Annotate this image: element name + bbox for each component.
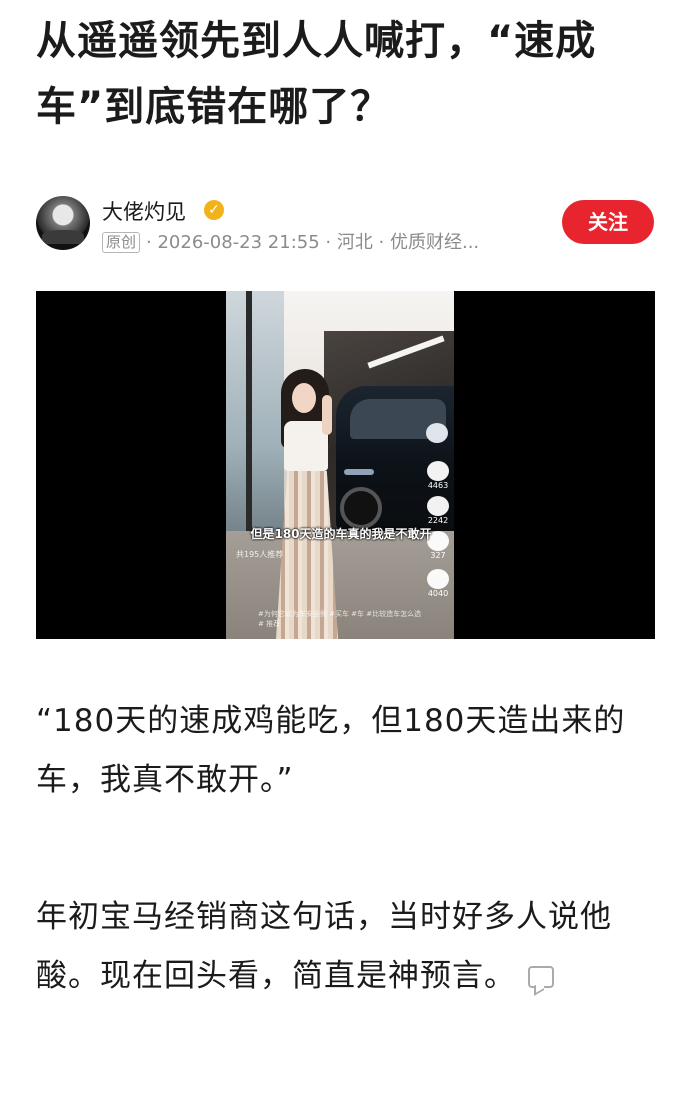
window-frame — [246, 291, 252, 551]
embedded-video[interactable]: 4463 2242 327 4040 但是180天造的车真的我是不敢开 共195… — [36, 291, 655, 639]
meta-text: · 2026-08-23 21:55 · 河北 · 优质财经... — [146, 232, 480, 253]
author-name[interactable]: 大佬灼见 — [102, 196, 186, 226]
comment-icon[interactable] — [427, 496, 449, 516]
author-bar: 大佬灼见 ✓ 原创 · 2026-08-23 21:55 · 河北 · 优质财经.… — [36, 194, 656, 254]
showroom-window — [226, 291, 284, 551]
comment-icon[interactable] — [528, 966, 554, 988]
original-badge: 原创 — [102, 232, 141, 253]
follow-button[interactable]: 关注 — [562, 200, 654, 244]
video-hashtags: #为何它成为车安全例 #买车 #车 #比较造车怎么选 # 推荐 — [258, 610, 422, 628]
share-icon[interactable] — [427, 569, 449, 589]
body-paragraph-text: 年初宝马经销商这句话，当时好多人说他酸。现在回头看，简直是神预言。 — [36, 899, 612, 994]
body-paragraph: 年初宝马经销商这句话，当时好多人说他酸。现在回头看，简直是神预言。 — [36, 888, 660, 1006]
video-frame[interactable]: 4463 2242 327 4040 但是180天造的车真的我是不敢开 共195… — [226, 291, 454, 639]
author-avatar[interactable] — [36, 196, 90, 250]
likes-count: 4463 — [427, 481, 449, 490]
heart-icon[interactable] — [427, 461, 449, 481]
car-wheel — [340, 487, 382, 529]
video-recommend-text: 共195人推荐 — [236, 550, 284, 559]
comments-count: 2242 — [427, 516, 449, 525]
article-title: 从遥遥领先到人人喊打，“速成车”到底错在哪了？ — [36, 18, 597, 130]
brand-avatar-icon[interactable] — [426, 423, 448, 443]
quote-paragraph: “180天的速成鸡能吃，但180天造出来的车，我真不敢开。” — [36, 703, 626, 798]
verified-badge-icon: ✓ — [204, 200, 224, 220]
article-meta: 原创 · 2026-08-23 21:55 · 河北 · 优质财经... — [102, 228, 479, 254]
shares-count: 4040 — [427, 589, 449, 598]
car-headlight — [344, 469, 374, 475]
presenter-arm — [322, 395, 332, 435]
favorites-count: 327 — [430, 551, 446, 560]
video-caption: 但是180天造的车真的我是不敢开 — [250, 527, 432, 541]
presenter-face — [292, 383, 316, 413]
